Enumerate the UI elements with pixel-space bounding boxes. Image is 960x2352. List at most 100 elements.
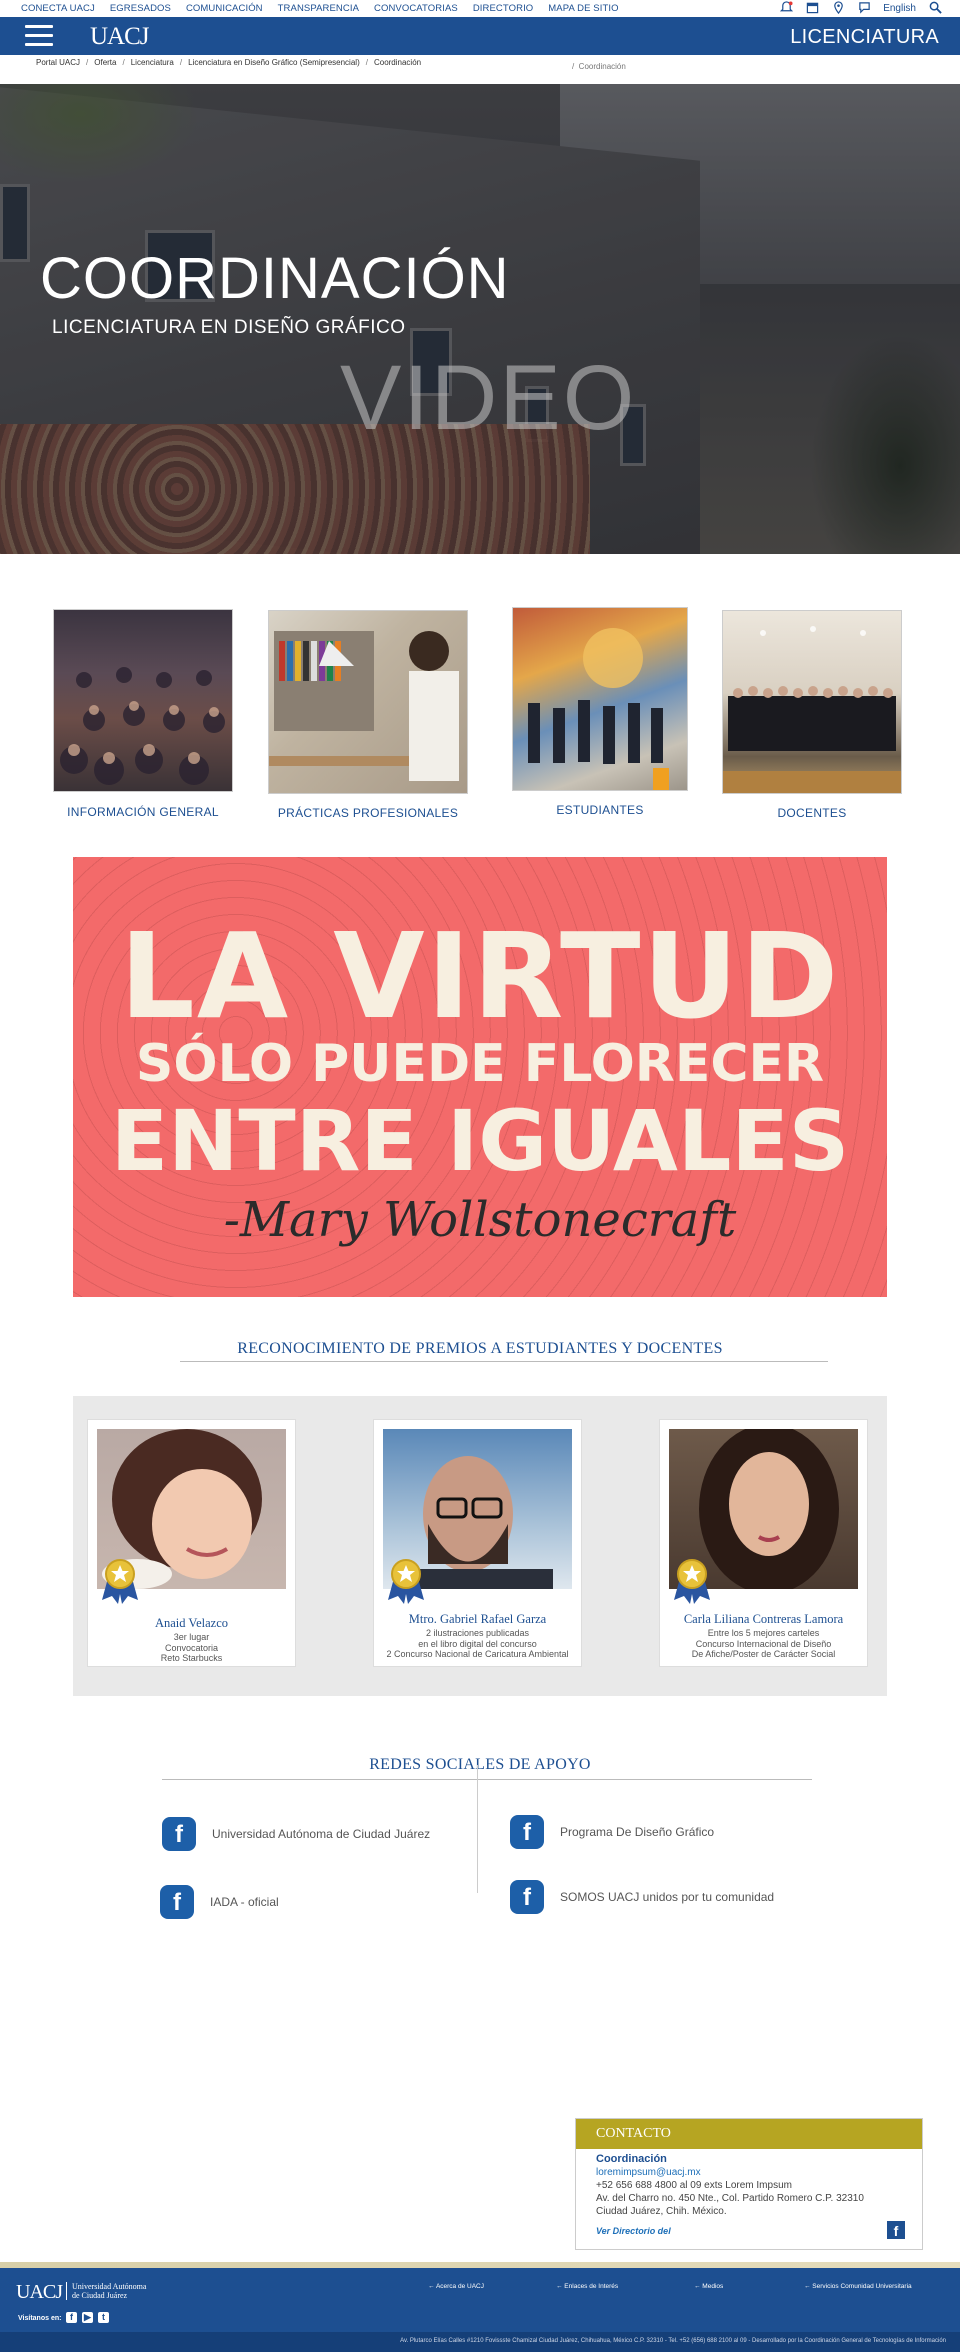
contact-address-line: Ciudad Juárez, Chih. México.: [596, 2206, 727, 2217]
contact-directory-link[interactable]: Ver Directorio del: [596, 2226, 671, 2236]
breadcrumb-secondary: / Coordinación: [572, 62, 626, 71]
breadcrumb-item[interactable]: Oferta: [94, 58, 116, 67]
youtube-icon[interactable]: ▶: [82, 2312, 93, 2323]
award-name: Carla Liliana Contreras Lamora: [683, 1612, 844, 1626]
award-name: Mtro. Gabriel Rafael Garza: [408, 1612, 547, 1626]
utility-links: CONECTA UACJ EGRESADOS COMUNICACIÓN TRAN…: [0, 3, 619, 14]
tile-practicas-profesionales[interactable]: PRÁCTICAS PROFESIONALES: [268, 610, 468, 820]
award-line: Entre los 5 mejores carteles: [707, 1628, 820, 1638]
link-conecta-uacj[interactable]: CONECTA UACJ: [21, 3, 95, 14]
social-link-somos-uacj[interactable]: f SOMOS UACJ unidos por tu comunidad: [510, 1880, 774, 1914]
quote-banner[interactable]: LA VIRTUD SÓLO PUEDE FLORECER ENTRE IGUA…: [73, 857, 887, 1297]
awards-title: RECONOCIMIENTO DE PREMIOS A ESTUDIANTES …: [237, 1340, 723, 1357]
footer: UACJ Universidad Autónoma de Ciudad Juár…: [0, 2268, 960, 2332]
uacj-logo[interactable]: UACJ: [90, 23, 150, 51]
award-description: Entre los 5 mejores carteles Concurso In…: [660, 1628, 867, 1660]
link-directorio[interactable]: DIRECTORIO: [473, 3, 533, 14]
link-egresados[interactable]: EGRESADOS: [110, 3, 171, 14]
award-name: Anaid Velazco: [154, 1616, 228, 1630]
link-convocatorias[interactable]: CONVOCATORIAS: [374, 3, 458, 14]
tile-photo: [53, 609, 233, 792]
search-icon[interactable]: [928, 1, 942, 15]
facebook-icon: f: [160, 1885, 194, 1919]
social-link-diseno-grafico[interactable]: f Programa De Diseño Gráfico: [510, 1815, 714, 1849]
footer-link[interactable]: ← Acerca de UACJ: [428, 2283, 484, 2290]
contact-phone: +52 656 688 4800 al 09 exts Lorem Impsum: [596, 2180, 792, 2191]
award-medal-icon: [386, 1556, 426, 1604]
chat-icon[interactable]: [857, 1, 871, 15]
hero-subtitle: LICENCIATURA EN DISEÑO GRÁFICO: [52, 317, 406, 338]
social-title-rule: [162, 1779, 812, 1780]
footer-bottom-bar: Av. Plutarco Elías Calles #1210 Fovissst…: [0, 2332, 960, 2352]
banner-line-3: ENTRE IGUALES: [110, 1092, 850, 1190]
banner-signature: -Mary Wollstonecraft: [223, 1192, 737, 1248]
utility-bar: CONECTA UACJ EGRESADOS COMUNICACIÓN TRAN…: [0, 0, 960, 17]
breadcrumb-item[interactable]: Portal UACJ: [36, 58, 80, 67]
tile-estudiantes[interactable]: ESTUDIANTES: [512, 607, 688, 817]
contact-title: Coordinación: [596, 2153, 667, 2165]
language-switch[interactable]: English: [883, 3, 916, 14]
facebook-icon: f: [510, 1880, 544, 1914]
contact-address-line: Av. del Charro no. 450 Nte., Col. Partid…: [596, 2193, 864, 2204]
footer-logo-line: de Ciudad Juárez: [72, 2291, 128, 2300]
award-medal-icon: [672, 1556, 712, 1604]
award-card[interactable]: Carla Liliana Contreras Lamora Entre los…: [659, 1419, 868, 1667]
breadcrumb: Portal UACJ / Oferta / Licenciatura / Licen…: [36, 58, 422, 67]
hero-banner[interactable]: COORDINACIÓN LICENCIATURA EN DISEÑO GRÁF…: [0, 84, 960, 554]
tile-label: ESTUDIANTES: [556, 803, 644, 817]
banner-line-1: LA VIRTUD: [119, 907, 841, 1045]
tile-docentes[interactable]: DOCENTES: [722, 610, 902, 820]
award-line: De Afiche/Poster de Carácter Social: [691, 1649, 836, 1659]
calendar-icon[interactable]: [805, 1, 819, 15]
footer-logo[interactable]: UACJ: [16, 2281, 63, 2304]
award-card[interactable]: Mtro. Gabriel Rafael Garza 2 ilustracion…: [373, 1419, 582, 1667]
tile-informacion-general[interactable]: INFORMACIÓN GENERAL: [53, 609, 233, 819]
tile-label: INFORMACIÓN GENERAL: [67, 805, 219, 819]
award-line: Reto Starbucks: [160, 1653, 223, 1663]
social-link-label: Universidad Autónoma de Ciudad Juárez: [212, 1827, 431, 1841]
hamburger-menu-icon[interactable]: [25, 25, 53, 47]
utility-tools: English: [779, 1, 942, 15]
social-link-label: Programa De Diseño Gráfico: [560, 1825, 715, 1839]
footer-logo-line: Universidad Autónoma: [72, 2282, 147, 2291]
social-link-iada[interactable]: f IADA - oficial: [160, 1885, 279, 1919]
social-link-label: SOMOS UACJ unidos por tu comunidad: [560, 1890, 775, 1904]
social-link-label: IADA - oficial: [210, 1895, 279, 1909]
breadcrumb-item[interactable]: Licenciatura: [131, 58, 174, 67]
footer-address: Av. Plutarco Elías Calles #1210 Fovissst…: [400, 2338, 946, 2344]
award-line: 2 ilustraciones publicadas: [425, 1628, 530, 1638]
main-navbar: UACJ LICENCIATURA: [0, 17, 960, 55]
contact-card: CONTACTO Coordinación loremimpsum@uacj.m…: [575, 2118, 923, 2250]
facebook-icon: f: [162, 1817, 196, 1851]
award-medal-icon: [100, 1556, 140, 1604]
award-line: en el libro digital del concurso: [418, 1638, 537, 1649]
social-title: REDES SOCIALES DE APOYO: [369, 1756, 591, 1773]
footer-visit-label: Visítanos en:: [18, 2315, 62, 2322]
twitter-icon[interactable]: t: [98, 2312, 109, 2323]
tile-label: PRÁCTICAS PROFESIONALES: [277, 806, 459, 820]
map-pin-icon[interactable]: [831, 1, 845, 15]
facebook-icon[interactable]: f: [887, 2221, 905, 2239]
contact-body: Coordinación loremimpsum@uacj.mx +52 656…: [576, 2149, 922, 2222]
hero-title: COORDINACIÓN: [40, 246, 510, 311]
notification-bell-icon[interactable]: [779, 1, 793, 15]
award-card[interactable]: Anaid Velazco 3er lugar Convocatoria Ret…: [87, 1419, 296, 1667]
social-link-uacj[interactable]: f Universidad Autónoma de Ciudad Juárez: [162, 1817, 430, 1851]
award-description: 2 ilustraciones publicadas en el libro d…: [374, 1628, 581, 1660]
footer-link[interactable]: ← Enlaces de Interés: [556, 2283, 618, 2290]
contact-email[interactable]: loremimpsum@uacj.mx: [596, 2166, 902, 2179]
footer-link[interactable]: ← Servicios Comunidad Universitaria: [804, 2283, 912, 2290]
link-mapa-de-sitio[interactable]: MAPA DE SITIO: [548, 3, 618, 14]
tile-photo: [268, 610, 468, 794]
link-comunicacion[interactable]: COMUNICACIÓN: [186, 3, 263, 14]
award-line: Concurso Internacional de Diseño: [695, 1638, 832, 1649]
tile-label: DOCENTES: [777, 806, 847, 820]
facebook-icon: f: [510, 1815, 544, 1849]
award-line: Convocatoria: [164, 1642, 219, 1653]
facebook-icon[interactable]: f: [66, 2312, 77, 2323]
footer-link[interactable]: ← Medios: [694, 2283, 723, 2290]
banner-line-2: SÓLO PUEDE FLORECER: [135, 1034, 825, 1094]
breadcrumb-item[interactable]: Licenciatura en Diseño Gráfico (Semipres…: [188, 58, 360, 67]
link-transparencia[interactable]: TRANSPARENCIA: [278, 3, 359, 14]
contact-header: CONTACTO: [576, 2119, 922, 2149]
